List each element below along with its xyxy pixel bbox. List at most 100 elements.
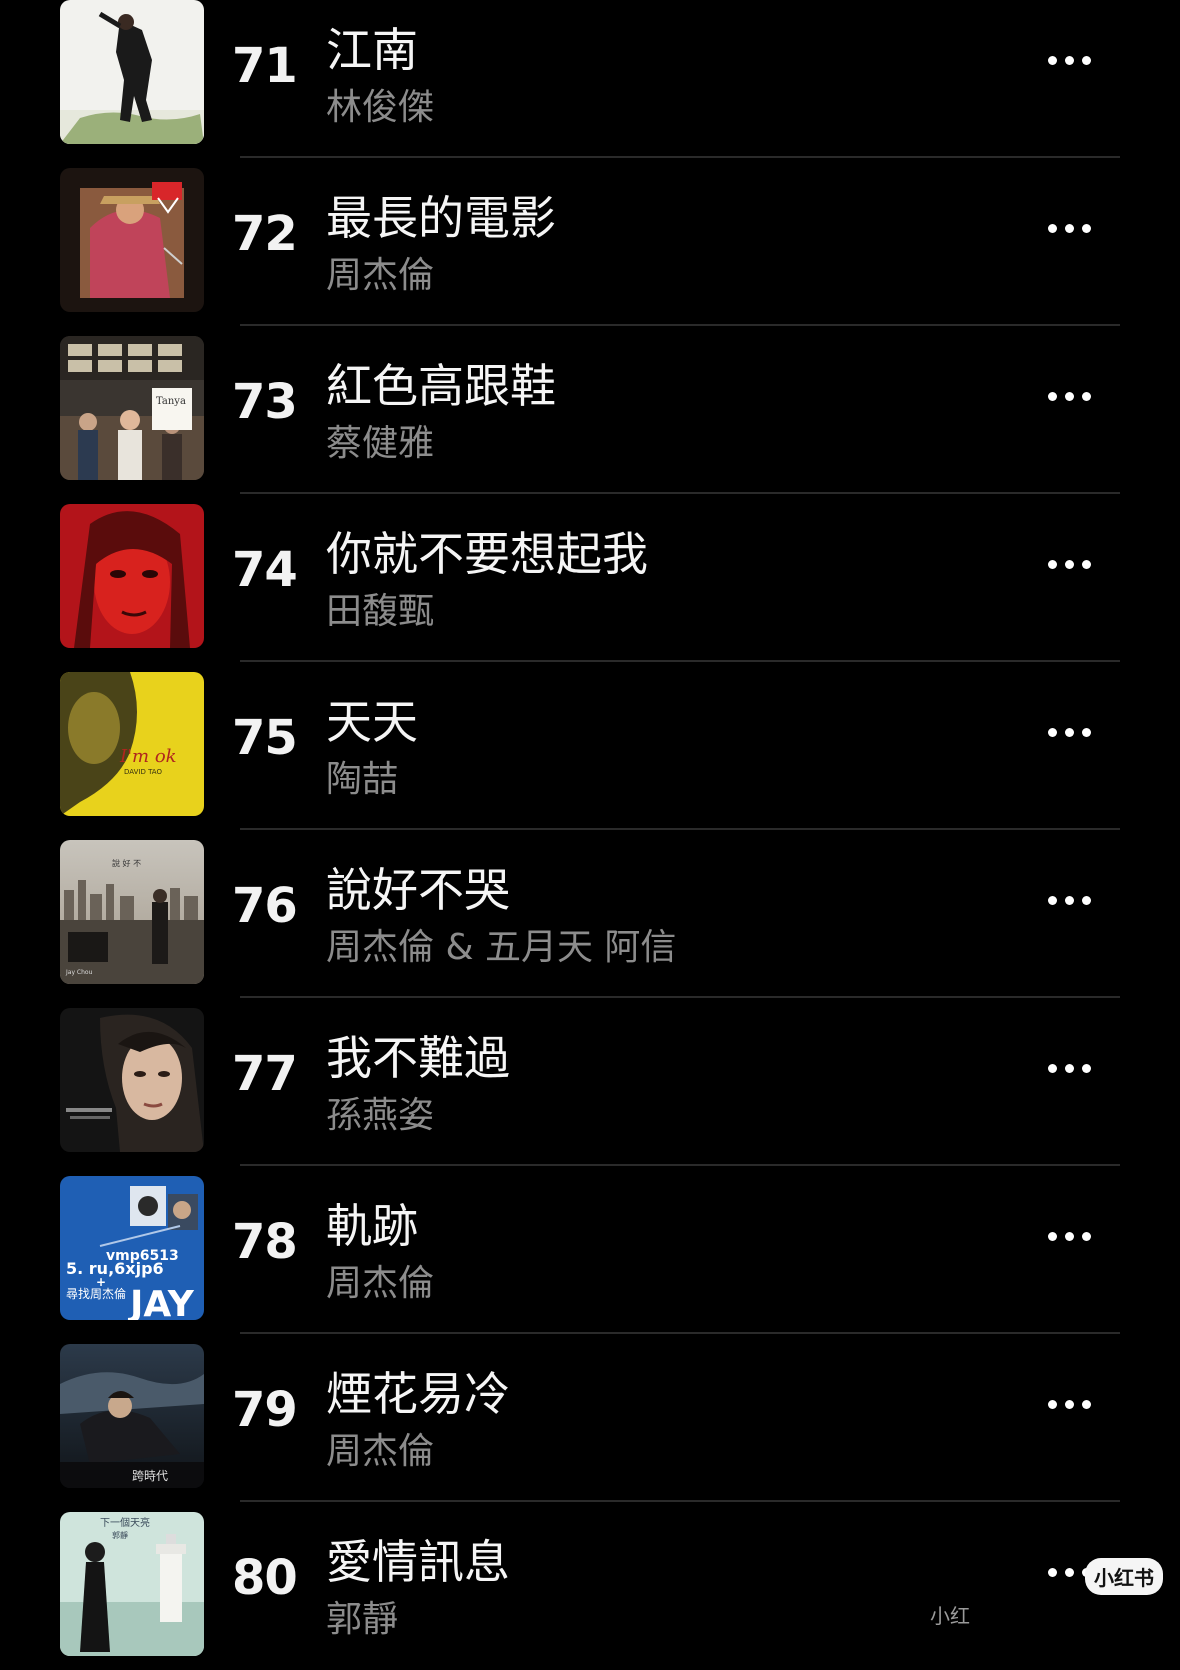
song-row[interactable]: Tanya 73 紅色高跟鞋 蔡健雅: [0, 326, 1180, 494]
song-row[interactable]: 72 最長的電影 周杰倫: [0, 158, 1180, 326]
song-title: 你就不要想起我: [326, 527, 648, 581]
dot-icon: [1065, 1063, 1074, 1073]
dot-icon: [1082, 391, 1091, 401]
more-options-button[interactable]: [1048, 552, 1108, 576]
dot-icon: [1048, 1399, 1057, 1409]
dot-icon: [1065, 391, 1074, 401]
song-artist: 周杰倫: [326, 1263, 435, 1304]
song-title: 愛情訊息: [326, 1535, 510, 1589]
dot-icon: [1048, 727, 1057, 737]
song-row[interactable]: 74 你就不要想起我 田馥甄: [0, 494, 1180, 662]
album-art[interactable]: 說 好 不 Jay Chou: [60, 840, 204, 984]
dot-icon: [1082, 1063, 1091, 1073]
dot-icon: [1048, 559, 1057, 569]
rank-number: 74: [232, 542, 298, 598]
album-art[interactable]: vmp6513 5. ru,6xjp6 + 尋找周杰倫 JAY: [60, 1176, 204, 1320]
dot-icon: [1048, 1231, 1057, 1241]
more-options-button[interactable]: [1048, 48, 1108, 72]
dot-icon: [1048, 391, 1057, 401]
more-options-button[interactable]: [1048, 384, 1108, 408]
svg-text:Tanya: Tanya: [156, 396, 186, 407]
svg-text:說 好 不: 說 好 不: [112, 858, 141, 868]
song-title: 軌跡: [326, 1199, 418, 1253]
song-artist: 周杰倫: [326, 1431, 435, 1472]
song-title: 我不難過: [326, 1031, 510, 1085]
album-art[interactable]: 跨時代: [60, 1344, 204, 1488]
svg-text:尋找周杰倫: 尋找周杰倫: [66, 1287, 126, 1301]
more-options-button[interactable]: [1048, 720, 1108, 744]
svg-text:郭靜: 郭靜: [112, 1530, 128, 1540]
album-art[interactable]: [60, 504, 204, 648]
album-art[interactable]: 下一個天亮 郭靜: [60, 1512, 204, 1656]
more-options-button[interactable]: [1048, 888, 1108, 912]
rank-number: 79: [232, 1382, 298, 1438]
song-title: 江南: [326, 23, 418, 77]
dot-icon: [1065, 1399, 1074, 1409]
dot-icon: [1065, 895, 1074, 905]
song-row[interactable]: I'm ok DAVID TAO 75 天天 陶喆: [0, 662, 1180, 830]
dot-icon: [1065, 727, 1074, 737]
dot-icon: [1082, 727, 1091, 737]
song-list: 71 江南 林俊傑 72 最長的電影 周杰倫 Tanya 73 紅色高跟鞋 蔡健…: [0, 0, 1180, 1670]
rank-number: 78: [232, 1214, 298, 1270]
dot-icon: [1048, 895, 1057, 905]
rank-number: 72: [232, 206, 298, 262]
svg-text:I'm ok: I'm ok: [119, 746, 177, 767]
song-row[interactable]: 71 江南 林俊傑: [0, 0, 1180, 158]
dot-icon: [1065, 1231, 1074, 1241]
dot-icon: [1082, 559, 1091, 569]
svg-text:JAY: JAY: [127, 1284, 195, 1320]
song-artist: 田馥甄: [326, 591, 435, 632]
dot-icon: [1065, 1567, 1074, 1577]
svg-text:跨時代: 跨時代: [132, 1469, 168, 1483]
dot-icon: [1082, 223, 1091, 233]
rank-number: 73: [232, 374, 298, 430]
song-title: 說好不哭: [326, 863, 510, 917]
song-artist: 林俊傑: [326, 87, 435, 128]
dot-icon: [1048, 1063, 1057, 1073]
rank-number: 76: [232, 878, 298, 934]
dot-icon: [1048, 1567, 1057, 1577]
song-title: 紅色高跟鞋: [326, 359, 556, 413]
album-art[interactable]: [60, 0, 204, 144]
dot-icon: [1065, 559, 1074, 569]
album-art[interactable]: [60, 168, 204, 312]
rank-number: 77: [232, 1046, 298, 1102]
song-row[interactable]: 下一個天亮 郭靜 80 愛情訊息 郭靜: [0, 1502, 1180, 1670]
svg-text:5. ru,6xjp6: 5. ru,6xjp6: [66, 1259, 164, 1278]
dot-icon: [1048, 223, 1057, 233]
rank-number: 71: [232, 38, 298, 94]
more-options-button[interactable]: [1048, 1056, 1108, 1080]
song-row[interactable]: vmp6513 5. ru,6xjp6 + 尋找周杰倫 JAY 78 軌跡 周杰…: [0, 1166, 1180, 1334]
song-row[interactable]: 說 好 不 Jay Chou 76 說好不哭 周杰倫 & 五月天 阿信: [0, 830, 1180, 998]
song-artist: 孫燕姿: [326, 1095, 435, 1136]
dot-icon: [1065, 55, 1074, 65]
svg-text:DAVID TAO: DAVID TAO: [124, 768, 162, 776]
dot-icon: [1082, 1399, 1091, 1409]
svg-text:下一個天亮: 下一個天亮: [100, 1516, 150, 1529]
watermark-text: 小红: [930, 1604, 970, 1628]
song-title: 煙花易冷: [326, 1367, 510, 1421]
more-options-button[interactable]: [1048, 216, 1108, 240]
svg-text:Jay Chou: Jay Chou: [65, 969, 93, 976]
dot-icon: [1048, 55, 1057, 65]
song-title: 最長的電影: [326, 191, 556, 245]
dot-icon: [1082, 895, 1091, 905]
dot-icon: [1065, 223, 1074, 233]
song-row[interactable]: 跨時代 79 煙花易冷 周杰倫: [0, 1334, 1180, 1502]
dot-icon: [1082, 1231, 1091, 1241]
song-artist: 郭靜: [326, 1599, 399, 1640]
song-row[interactable]: 77 我不難過 孫燕姿: [0, 998, 1180, 1166]
album-art[interactable]: I'm ok DAVID TAO: [60, 672, 204, 816]
song-artist: 陶喆: [326, 759, 399, 800]
dot-icon: [1082, 55, 1091, 65]
album-art[interactable]: [60, 1008, 204, 1152]
watermark-badge: 小红书: [1085, 1558, 1163, 1595]
album-art[interactable]: Tanya: [60, 336, 204, 480]
more-options-button[interactable]: [1048, 1224, 1108, 1248]
song-title: 天天: [326, 695, 418, 749]
more-options-button[interactable]: [1048, 1392, 1108, 1416]
rank-number: 75: [232, 710, 298, 766]
song-artist: 周杰倫: [326, 255, 435, 296]
rank-number: 80: [232, 1550, 298, 1606]
